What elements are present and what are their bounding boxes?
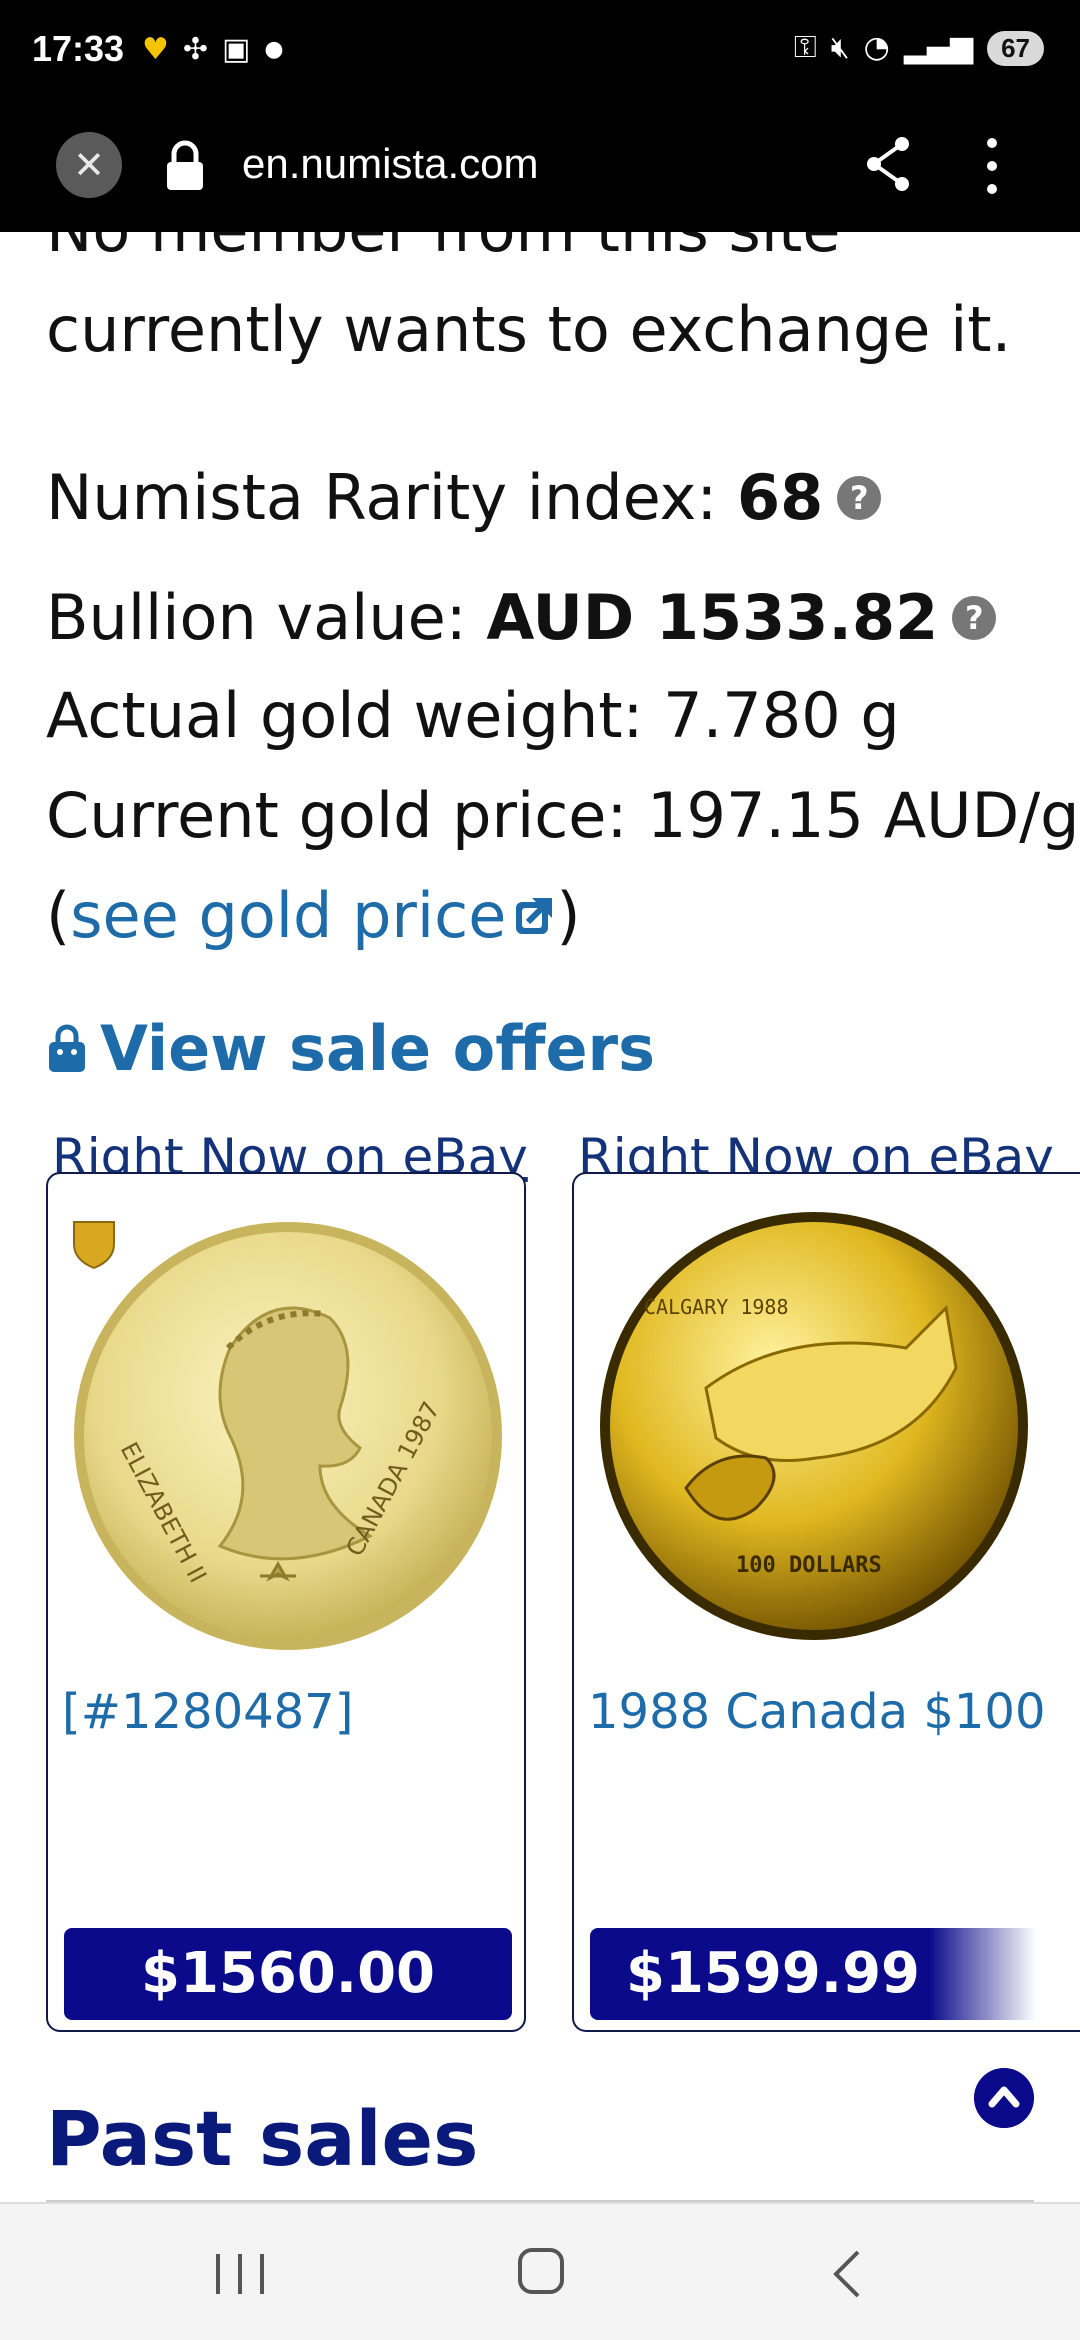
status-bar: 17:33 ♥ ✣ ▣ ● ⚿ 🔇︎ ◔ ▂▄▆ 67 [0,0,1080,104]
bullion-amount: AUD 1533.82 [486,581,939,654]
box-icon: ▣ [222,32,251,67]
back-icon[interactable] [826,2248,870,2300]
mute-icon: 🔇︎ [830,30,850,65]
notification-icons: ♥ ✣ ▣ ● [142,30,284,70]
listing-card[interactable]: ELIZABETH II CANADA 1987 [#1280487] $156… [46,1172,526,2032]
past-sales-heading: Past sales [46,2094,479,2183]
gold-weight: Actual gold weight: 7.780 g [46,679,900,752]
bullion-label: Bullion value: [46,581,487,654]
browser-toolbar: ✕ en.numista.com [0,104,1080,232]
page-content: No member from this site currently wants… [0,232,1080,2202]
coin-legend-top: CALGARY 1988 [644,1295,789,1319]
url-field[interactable]: en.numista.com [242,140,538,188]
dot-icon: ● [264,37,284,62]
listing-title-1[interactable]: [#1280487] [62,1684,353,1740]
key-icon: ⚿ [793,30,817,65]
coin-legend-bottom: 100 DOLLARS [736,1553,882,1578]
gold-price-link-line: (see gold price ) [46,878,581,954]
close-tab-button[interactable]: ✕ [56,132,122,198]
view-sale-offers[interactable]: View sale offers [46,1012,655,1085]
coin-image-elizabeth[interactable]: ELIZABETH II CANADA 1987 [60,1198,516,1654]
heart-icon: ♥ [142,32,169,67]
fan-icon: ✣ [182,32,209,67]
rarity-help-icon[interactable]: ? [837,475,882,520]
external-link-icon [516,897,553,934]
exchange-text-cut: No member from this site [46,232,840,268]
listing-card[interactable]: CALGARY 1988 100 DOLLARS 1988 Canada $10… [572,1172,1080,2032]
home-icon[interactable] [518,2248,564,2294]
paren-close: ) [556,879,581,952]
seller-badge-icon [73,1221,115,1270]
status-time: 17:33 [32,28,125,69]
system-icons: ⚿ 🔇︎ ◔ ▂▄▆ 67 [794,28,1044,68]
coin-image-calgary[interactable]: CALGARY 1988 100 DOLLARS [586,1198,1042,1654]
share-icon[interactable] [862,134,914,194]
gold-price: Current gold price: 197.15 AUD/g [46,779,1080,852]
lock-icon [167,140,203,190]
view-sale-offers-title: View sale offers [100,1012,656,1085]
shopping-bag-icon [49,1024,85,1072]
scroll-to-top-button[interactable] [974,2068,1034,2128]
see-gold-price-link[interactable]: see gold price [70,879,506,952]
bullion-value: Bullion value: AUD 1533.82? [46,580,997,656]
signal-icon: ▂▄▆ [903,30,974,65]
recent-apps-icon[interactable] [216,2254,264,2294]
rarity-label: Numista Rarity index: [46,461,737,534]
paren-open: ( [46,879,71,952]
price-button-1[interactable]: $1560.00 [64,1928,512,2020]
listing-title-2[interactable]: 1988 Canada $100 [588,1684,1045,1740]
exchange-text: currently wants to exchange it. [46,293,1012,366]
rarity-value: 68 [736,461,824,534]
price-button-2[interactable]: $1599.99 [590,1928,1036,2020]
bullion-help-icon[interactable]: ? [952,595,997,640]
price-button-2-label: $1599.99 [625,1941,921,2006]
wifi-icon: ◔ [863,30,890,65]
more-menu-icon[interactable] [972,134,1012,198]
battery-indicator: 67 [987,30,1044,66]
close-icon: ✕ [73,143,105,187]
system-nav-bar [0,2202,1080,2340]
rarity-index: Numista Rarity index: 68? [46,460,882,536]
